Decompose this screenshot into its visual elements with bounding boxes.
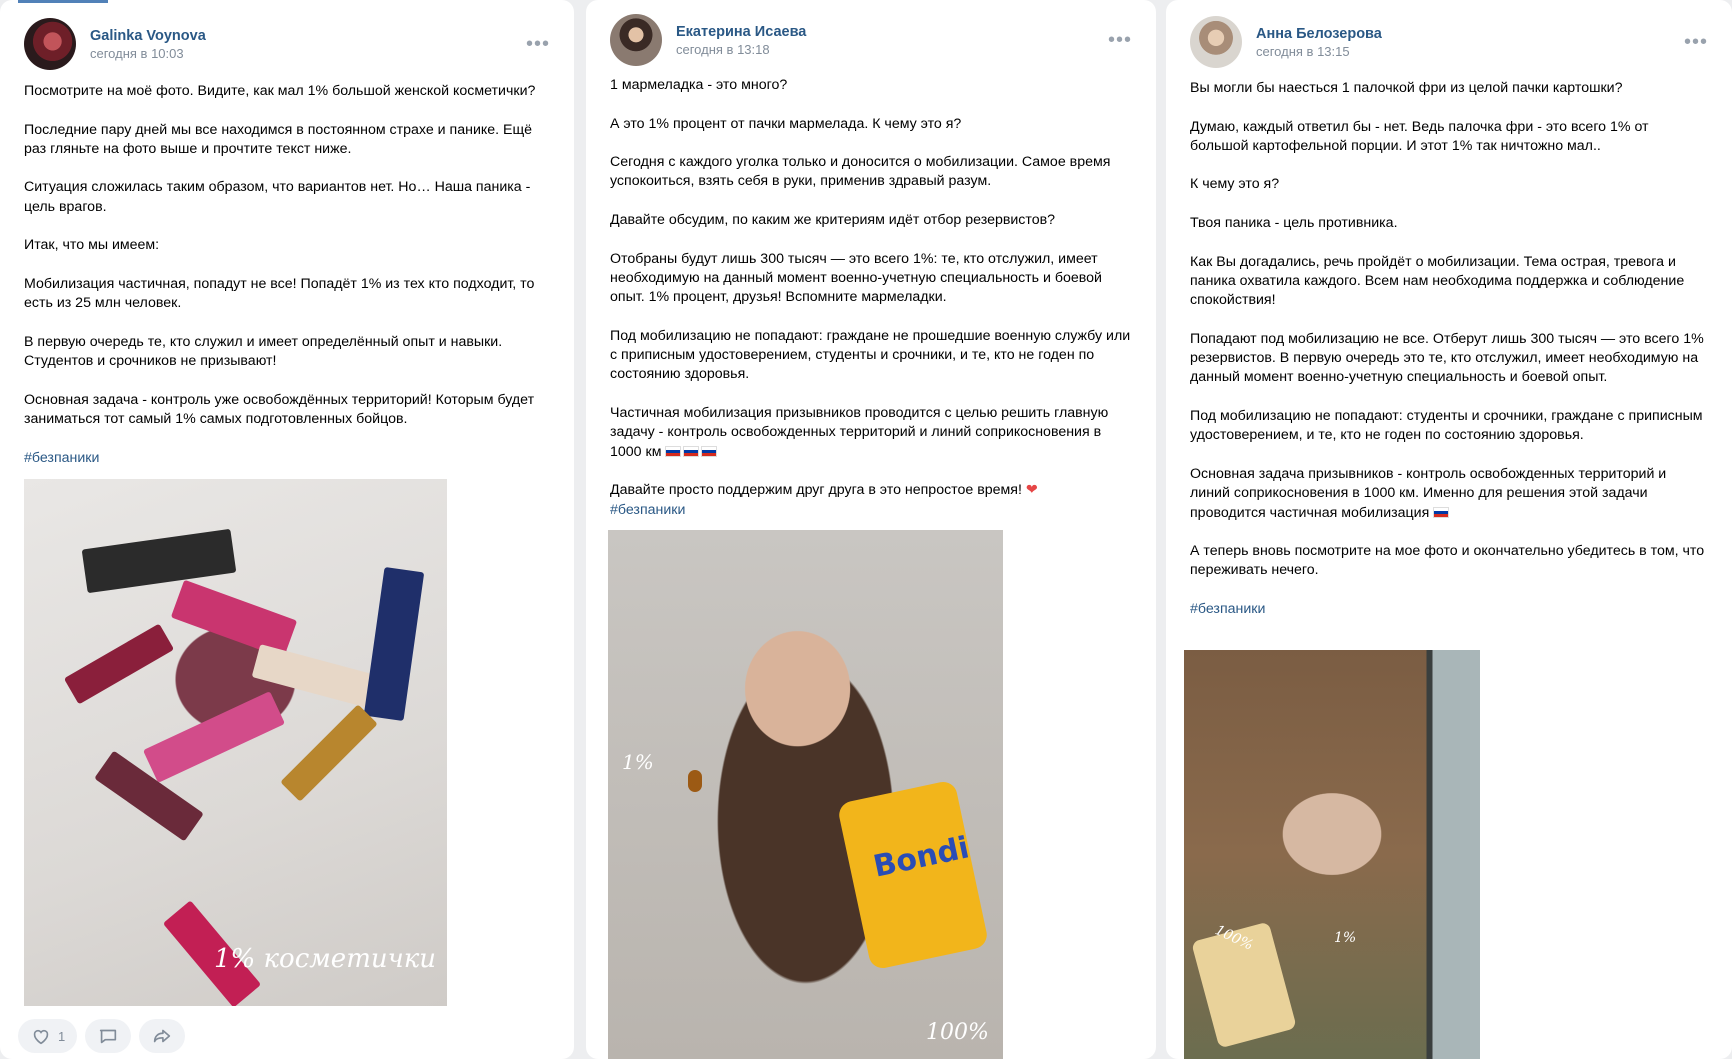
- paragraph: Итак, что мы имеем:: [24, 237, 160, 254]
- paragraph: А это 1% процент от пачки мармелада. К ч…: [610, 115, 962, 132]
- hashtag-link[interactable]: #безпаники: [1190, 601, 1265, 617]
- post-time[interactable]: сегодня в 10:03: [90, 45, 206, 62]
- post-header: Анна Белозерова сегодня в 13:15 •••: [1190, 16, 1708, 68]
- post-time[interactable]: сегодня в 13:18: [676, 41, 806, 58]
- paragraph: А теперь вновь посмотрите на мое фото и …: [1190, 543, 1705, 579]
- post-text: 1 мармеладка - это много? А это 1% проце…: [610, 76, 1134, 520]
- share-button[interactable]: [139, 1019, 186, 1053]
- paragraph: Основная задача призывников - контроль о…: [1190, 465, 1667, 521]
- paragraph: Сегодня с каждого уголка только и доноси…: [610, 154, 1111, 190]
- post-time[interactable]: сегодня в 13:15: [1256, 43, 1382, 60]
- avatar[interactable]: [610, 14, 662, 66]
- hashtag-link[interactable]: #безпаники: [610, 502, 685, 518]
- paragraph: Отобраны будут лишь 300 тысяч — это всег…: [610, 250, 1102, 306]
- heart-icon: [33, 1029, 49, 1045]
- post-photo-makeup[interactable]: 1% косметички: [24, 479, 447, 1006]
- paragraph: Как Вы догадались, речь пройдёт о мобили…: [1190, 253, 1685, 309]
- post-photo-fries[interactable]: 100% 1%: [1184, 650, 1480, 1059]
- photo-caption: 1% косметички: [214, 944, 437, 974]
- paragraph: Последние пару дней мы все находимся в п…: [24, 121, 533, 157]
- more-icon[interactable]: •••: [526, 34, 550, 54]
- hashtag-link[interactable]: #безпаники: [24, 450, 99, 466]
- photo-caption-large: 100%: [926, 1020, 989, 1045]
- share-icon: [154, 1029, 171, 1043]
- red-heart-emoji: ❤: [1025, 482, 1038, 499]
- russian-flag-icon: [665, 445, 682, 457]
- author-name[interactable]: Анна Белозерова: [1256, 25, 1382, 43]
- paragraph: Посмотрите на моё фото. Видите, как мал …: [24, 83, 536, 99]
- avatar[interactable]: [24, 18, 76, 70]
- photo-caption-small: 1%: [1334, 930, 1357, 946]
- paragraph: В первую очередь те, кто служил и имеет …: [24, 333, 503, 370]
- paragraph: Под мобилизацию не попадают: студенты и …: [1190, 408, 1703, 444]
- paragraph: Давайте просто поддержим друг друга в эт…: [610, 482, 1022, 499]
- post-photo-candy[interactable]: Bondi 1% 100%: [608, 530, 1003, 1059]
- photo-caption-small: 1%: [622, 750, 654, 774]
- paragraph: К чему это я?: [1190, 176, 1280, 193]
- post-header: Екатерина Исаева сегодня в 13:18 •••: [610, 14, 1132, 66]
- russian-flag-icon: [683, 445, 700, 457]
- comment-button[interactable]: [85, 1019, 132, 1053]
- like-count: 1: [58, 1028, 66, 1044]
- paragraph: Мобилизация частичная, попадут не все! П…: [24, 275, 535, 312]
- more-icon[interactable]: •••: [1108, 30, 1132, 50]
- paragraph: Давайте обсудим, по каким же критериям и…: [610, 212, 1056, 229]
- paragraph: Попадают под мобилизацию не все. Отберут…: [1190, 330, 1704, 386]
- post-text: Вы могли бы наесться 1 палочкой фри из ц…: [1190, 79, 1710, 619]
- paragraph: 1 мармеладка - это много?: [610, 77, 788, 93]
- paragraph: Думаю, каждый ответил бы - нет. Ведь пал…: [1190, 118, 1649, 154]
- author-name[interactable]: Galinka Voynova: [90, 27, 206, 45]
- comment-icon: [100, 1029, 117, 1044]
- russian-flag-icon: [701, 445, 718, 457]
- paragraph: Ситуация сложилась таким образом, что ва…: [24, 179, 531, 215]
- post-header: Galinka Voynova сегодня в 10:03 •••: [24, 18, 550, 70]
- paragraph: Основная задача - контроль уже освобождё…: [24, 391, 535, 428]
- author-name[interactable]: Екатерина Исаева: [676, 23, 806, 41]
- paragraph: Под мобилизацию не попадают: граждане не…: [610, 327, 1131, 383]
- avatar[interactable]: [1190, 16, 1242, 68]
- paragraph: Твоя паника - цель противника.: [1190, 215, 1398, 232]
- more-icon[interactable]: •••: [1684, 32, 1708, 52]
- post-text: Посмотрите на моё фото. Видите, как мал …: [24, 82, 552, 468]
- like-button[interactable]: 1: [18, 1019, 78, 1053]
- russian-flag-icon: [1433, 506, 1450, 518]
- active-tab-indicator: [18, 0, 108, 3]
- paragraph: Вы могли бы наесться 1 палочкой фри из ц…: [1190, 80, 1623, 96]
